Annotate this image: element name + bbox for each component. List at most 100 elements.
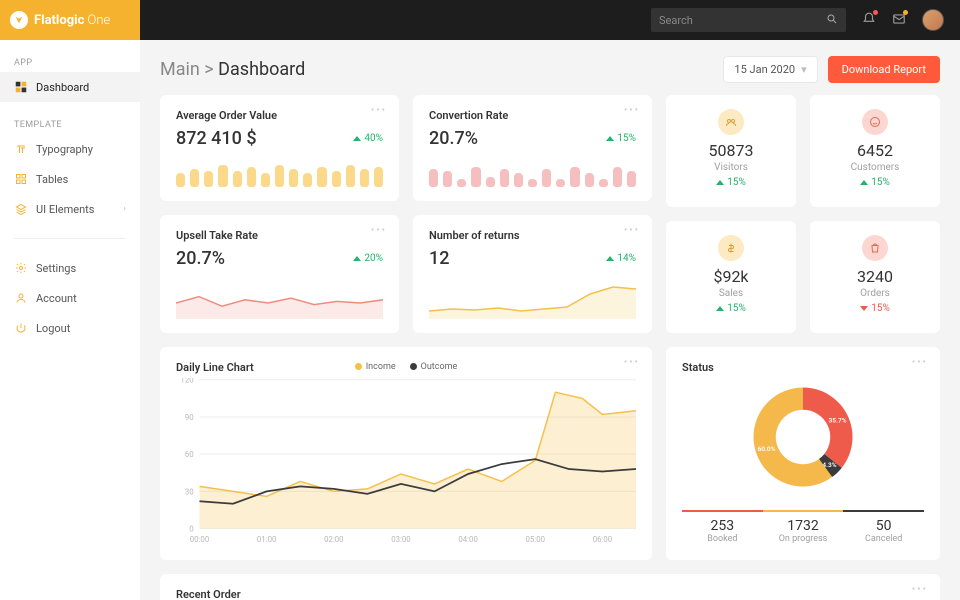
metric-card-upsell: ••• Upsell Take Rate 20.7% 20% bbox=[160, 215, 399, 333]
kpi-value: 50873 bbox=[682, 141, 780, 160]
date-selector[interactable]: 15 Jan 2020 ▾ bbox=[723, 56, 817, 83]
sidebar-item-uielements[interactable]: UI Elements › bbox=[0, 194, 140, 224]
download-button[interactable]: Download Report bbox=[828, 56, 940, 83]
metric-delta: 40% bbox=[353, 133, 383, 144]
svg-text:60.0%: 60.0% bbox=[757, 445, 775, 453]
grid-icon bbox=[14, 172, 28, 186]
bag-icon bbox=[862, 235, 888, 261]
sidebar-item-settings[interactable]: Settings bbox=[0, 253, 140, 283]
sidebar-group-template: TEMPLATE bbox=[0, 116, 140, 134]
svg-text:01:00: 01:00 bbox=[257, 535, 276, 544]
sidebar-item-dashboard[interactable]: Dashboard bbox=[0, 72, 140, 102]
metric-card-conversion: ••• Convertion Rate 20.7% 15% bbox=[413, 95, 652, 201]
sidebar-item-label: Tables bbox=[36, 173, 68, 186]
kpi-delta: 15% bbox=[860, 177, 890, 188]
mail-icon[interactable] bbox=[892, 12, 906, 29]
user-icon bbox=[14, 291, 28, 305]
kpi-value: $92k bbox=[682, 267, 780, 286]
status-col-progress: 1732On progress bbox=[763, 504, 844, 544]
dollar-icon bbox=[718, 235, 744, 261]
more-icon[interactable]: ••• bbox=[371, 225, 387, 236]
breadcrumb: Main > Dashboard bbox=[160, 59, 305, 80]
chevron-down-icon: ▾ bbox=[801, 63, 807, 76]
status-title: Status bbox=[682, 361, 924, 374]
status-summary: 253Booked 1732On progress 50Canceled bbox=[682, 504, 924, 544]
search-input[interactable] bbox=[659, 14, 826, 27]
status-donut: 35.7%4.3%60.0% bbox=[682, 382, 924, 492]
svg-text:30: 30 bbox=[185, 487, 194, 496]
sidebar-item-label: Typography bbox=[36, 143, 93, 156]
kpi-value: 3240 bbox=[826, 267, 924, 286]
daily-line-chart-card: ••• Daily Line Chart Income Outcome 0306… bbox=[160, 347, 652, 560]
kpi-sales: $92k Sales 15% bbox=[666, 221, 796, 333]
sidebar-item-typography[interactable]: Typography bbox=[0, 134, 140, 164]
metric-value: 872 410 $ bbox=[176, 128, 383, 149]
more-icon[interactable]: ••• bbox=[624, 357, 640, 368]
svg-text:02:00: 02:00 bbox=[324, 535, 343, 544]
visitors-icon bbox=[718, 109, 744, 135]
svg-text:35.7%: 35.7% bbox=[829, 417, 847, 425]
metric-delta: 14% bbox=[606, 253, 636, 264]
recent-title: Recent Order bbox=[176, 588, 924, 600]
status-col-canceled: 50Canceled bbox=[843, 504, 924, 544]
metric-title: Average Order Value bbox=[176, 109, 383, 122]
avatar[interactable] bbox=[922, 9, 944, 31]
metric-delta: 15% bbox=[606, 133, 636, 144]
power-icon bbox=[14, 321, 28, 335]
metric-card-avg-order: ••• Average Order Value 872 410 $ 40% bbox=[160, 95, 399, 201]
svg-text:06:00: 06:00 bbox=[593, 535, 612, 544]
brand-logo-icon bbox=[10, 11, 28, 29]
main: Main > Dashboard 15 Jan 2020 ▾ Download … bbox=[140, 40, 960, 600]
kpi-visitors: 50873 Visitors 15% bbox=[666, 95, 796, 207]
kpi-delta: 15% bbox=[716, 177, 746, 188]
more-icon[interactable]: ••• bbox=[624, 105, 640, 116]
kpi-label: Orders bbox=[826, 288, 924, 299]
layers-icon bbox=[14, 202, 28, 216]
svg-text:05:00: 05:00 bbox=[526, 535, 545, 544]
brand[interactable]: Flatlogic One bbox=[0, 0, 140, 40]
metric-delta: 20% bbox=[353, 253, 383, 264]
sidebar: APP Dashboard TEMPLATE Typography Tables… bbox=[0, 40, 140, 600]
sidebar-group-app: APP bbox=[0, 54, 140, 72]
chevron-right-icon: › bbox=[123, 204, 126, 214]
topbar: Flatlogic One bbox=[0, 0, 960, 40]
recent-order-card: ••• Recent Order Invoices Customers Date… bbox=[160, 574, 940, 600]
sparkline bbox=[429, 163, 636, 187]
kpi-label: Customers bbox=[826, 162, 924, 173]
status-card: ••• Status 35.7%4.3%60.0% 253Booked 1732… bbox=[666, 347, 940, 560]
brand-text: Flatlogic One bbox=[34, 13, 110, 28]
more-icon[interactable]: ••• bbox=[371, 105, 387, 116]
svg-text:120: 120 bbox=[180, 378, 193, 385]
daily-line-chart: 030609012000:0001:0002:0003:0004:0005:00… bbox=[176, 378, 636, 546]
kpi-label: Sales bbox=[682, 288, 780, 299]
main-header: Main > Dashboard 15 Jan 2020 ▾ Download … bbox=[160, 56, 940, 83]
search-icon[interactable] bbox=[826, 13, 838, 28]
sparkline bbox=[429, 279, 636, 319]
svg-text:60: 60 bbox=[185, 450, 194, 459]
svg-text:03:00: 03:00 bbox=[391, 535, 410, 544]
search-box[interactable] bbox=[651, 8, 846, 32]
metric-value: 20.7% bbox=[429, 128, 636, 149]
sidebar-item-account[interactable]: Account bbox=[0, 283, 140, 313]
svg-text:04:00: 04:00 bbox=[458, 535, 477, 544]
more-icon[interactable]: ••• bbox=[624, 225, 640, 236]
sidebar-item-label: Dashboard bbox=[36, 81, 89, 94]
sparkline bbox=[176, 279, 383, 319]
metric-card-returns: ••• Number of returns 12 14% bbox=[413, 215, 652, 333]
status-col-booked: 253Booked bbox=[682, 504, 763, 544]
sidebar-item-label: Logout bbox=[36, 322, 70, 335]
svg-text:00:00: 00:00 bbox=[190, 535, 209, 544]
sidebar-item-label: Account bbox=[36, 292, 77, 305]
metric-title: Number of returns bbox=[429, 229, 636, 242]
bell-icon[interactable] bbox=[862, 12, 876, 29]
sidebar-item-tables[interactable]: Tables bbox=[0, 164, 140, 194]
sidebar-item-label: UI Elements bbox=[36, 203, 94, 216]
more-icon[interactable]: ••• bbox=[912, 584, 928, 595]
metric-value: 12 bbox=[429, 248, 636, 269]
metric-title: Upsell Take Rate bbox=[176, 229, 383, 242]
sidebar-item-logout[interactable]: Logout bbox=[0, 313, 140, 343]
type-icon bbox=[14, 142, 28, 156]
smile-icon bbox=[862, 109, 888, 135]
more-icon[interactable]: ••• bbox=[912, 357, 928, 368]
kpi-value: 6452 bbox=[826, 141, 924, 160]
